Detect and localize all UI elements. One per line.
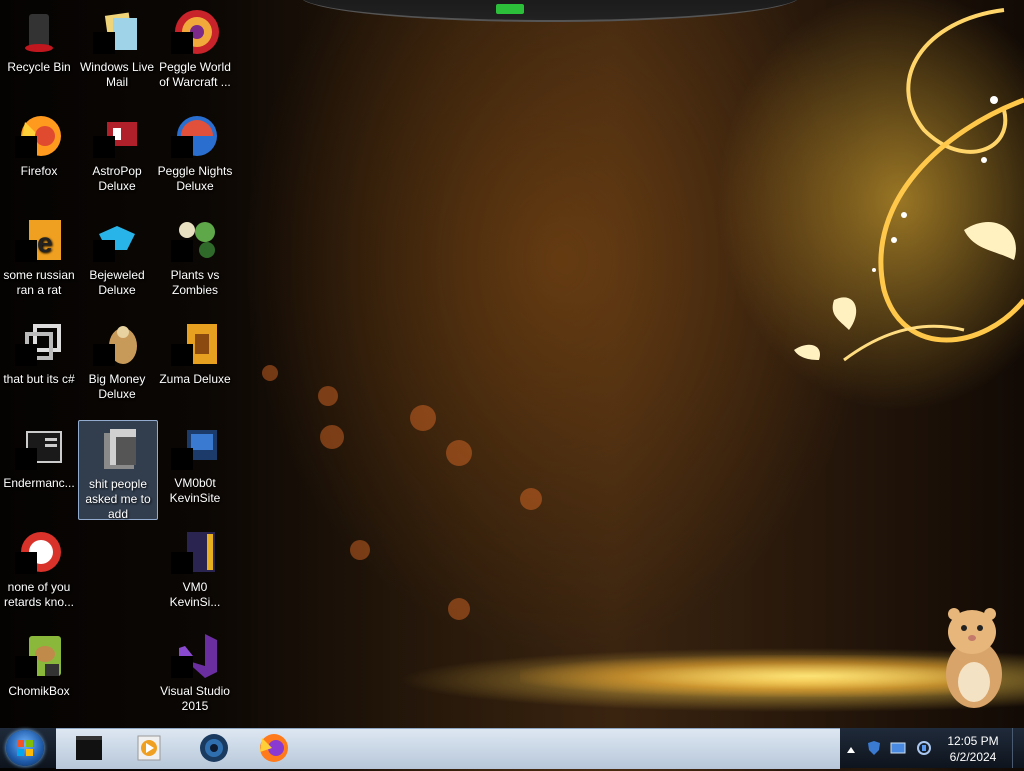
peggle-icon — [171, 8, 219, 56]
taskbar: 12:05 PM 6/2/2024 — [0, 728, 1024, 769]
clock-date: 6/2/2024 — [949, 750, 997, 764]
icon-label: Big Money Deluxe — [88, 372, 146, 401]
desktop-icon-some-russian[interactable]: e some russian ran a rat — [0, 212, 78, 308]
terminal-icon — [76, 736, 102, 760]
bokeh-dot — [448, 598, 470, 620]
icon-label: Plants vs Zombies — [170, 268, 220, 297]
recycle-bin-icon — [15, 8, 63, 56]
desktop-icon-bejeweled[interactable]: Bejeweled Deluxe — [78, 212, 156, 308]
desktop-icon-firefox[interactable]: Firefox — [0, 108, 78, 204]
icon-label: VM0 KevinSi... — [169, 580, 221, 609]
icon-label: Windows Live Mail — [79, 60, 155, 89]
bokeh-dot — [410, 405, 436, 431]
show-hidden-icons-arrow-icon[interactable] — [846, 742, 856, 753]
desktop-icon-none-of-you[interactable]: none of you retards kno... — [0, 524, 78, 620]
desktop-icon-peggle-world[interactable]: Peggle World of Warcraft ... — [156, 4, 234, 100]
peggle-nights-icon — [171, 112, 219, 160]
taskbar-band — [56, 728, 840, 769]
show-desktop-button[interactable] — [1012, 728, 1024, 768]
folder-icon — [94, 425, 142, 473]
desktop-icon-chomikbox[interactable]: ChomikBox — [0, 628, 78, 724]
desktop-icon-recycle-bin[interactable]: Recycle Bin — [0, 4, 78, 100]
chomikbox-icon — [15, 632, 63, 680]
wallpaper-swirl — [794, 8, 1024, 362]
bejeweled-icon — [93, 216, 141, 264]
icon-label: AstroPop Deluxe — [92, 164, 142, 193]
icon-label: that but its c# — [3, 372, 75, 386]
icon-label: Endermanc... — [3, 476, 75, 490]
bokeh-dot — [520, 488, 542, 510]
desktop-icon-peggle-nights[interactable]: Peggle Nights Deluxe — [156, 108, 234, 204]
icon-label: ChomikBox — [8, 684, 70, 698]
volume-icon[interactable] — [916, 740, 932, 756]
browser-globe-icon — [200, 734, 228, 762]
red-circle-icon — [15, 528, 63, 576]
bokeh-dot — [350, 540, 370, 560]
desktop-icon-that-but-its-c[interactable]: that but its c# — [0, 316, 78, 412]
firefox-icon — [260, 734, 288, 762]
icon-label: Zuma Deluxe — [159, 372, 231, 386]
desktop-icon-zuma[interactable]: Zuma Deluxe — [156, 316, 234, 412]
zuma-icon — [171, 320, 219, 368]
taskbar-item-browser[interactable] — [192, 730, 236, 766]
astropop-icon — [93, 112, 141, 160]
taskbar-item-media-player[interactable] — [128, 730, 172, 766]
desktop-icon-windows-live-mail[interactable]: Windows Live Mail — [78, 4, 156, 100]
desktop-icon-astropop[interactable]: AstroPop Deluxe — [78, 108, 156, 204]
taskbar-item-terminal[interactable] — [68, 730, 112, 766]
wallpaper-glow — [520, 655, 1000, 697]
svg-text:e: e — [37, 227, 53, 258]
desktop-icon-vm0b0t[interactable]: VM0b0t KevinSite — [156, 420, 234, 516]
mail-icon — [93, 8, 141, 56]
icon-label: some russian ran a rat — [3, 268, 75, 297]
icon-label: Recycle Bin — [7, 60, 71, 74]
bokeh-dot — [318, 386, 338, 406]
icon-label: Peggle World of Warcraft ... — [159, 60, 231, 89]
windows-logo-icon — [17, 740, 33, 756]
icon-label: none of you retards kno... — [3, 580, 75, 609]
media-player-icon — [137, 735, 161, 761]
bokeh-dot — [320, 425, 344, 449]
green-light — [496, 4, 524, 14]
icon-label: Visual Studio 2015 — [160, 684, 230, 713]
desktop-icon-big-money[interactable]: Big Money Deluxe — [78, 316, 156, 412]
start-button[interactable] — [6, 730, 44, 766]
hamster-gadget[interactable] — [938, 604, 1008, 710]
vm-file-icon — [171, 528, 219, 576]
big-money-icon — [93, 320, 141, 368]
archive-icon: e — [15, 216, 63, 264]
icon-label: Bejeweled Deluxe — [89, 268, 145, 297]
clock-time: 12:05 PM — [947, 734, 999, 748]
taskbar-clock[interactable]: 12:05 PM 6/2/2024 — [940, 733, 1006, 765]
shortcut-icon — [15, 320, 63, 368]
bokeh-dot — [446, 440, 472, 466]
vm-icon — [171, 424, 219, 472]
shield-icon[interactable] — [866, 740, 882, 756]
icon-label: Peggle Nights Deluxe — [157, 164, 233, 193]
pvz-icon — [171, 216, 219, 264]
desktop-icon-shit-people[interactable]: shit people asked me to add — [78, 420, 158, 521]
icon-label: Firefox — [20, 164, 58, 178]
icon-label: shit people asked me to add — [85, 477, 151, 521]
folder-shortcut-icon — [15, 424, 63, 472]
firefox-icon — [15, 112, 63, 160]
desktop-icon-vm0-kevinsite[interactable]: VM0 KevinSi... — [156, 524, 234, 620]
desktop-icon-plants-vs-zombies[interactable]: Plants vs Zombies — [156, 212, 234, 308]
network-icon[interactable] — [890, 740, 906, 756]
taskbar-item-firefox[interactable] — [252, 730, 296, 766]
visual-studio-icon — [171, 632, 219, 680]
bokeh-dot — [262, 365, 278, 381]
desktop-icon-visual-studio[interactable]: Visual Studio 2015 — [156, 628, 234, 724]
desktop-icon-endermanch[interactable]: Endermanc... — [0, 420, 78, 516]
icon-label: VM0b0t KevinSite — [169, 476, 221, 505]
